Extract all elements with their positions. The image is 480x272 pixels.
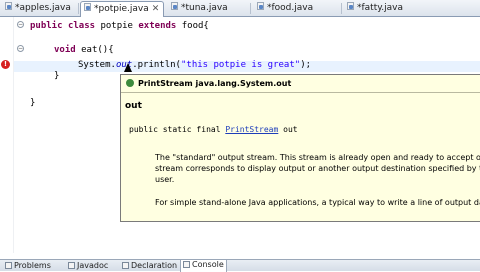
keyword: class [67,21,96,31]
java-file-icon [347,2,355,11]
tab-console[interactable]: Console [180,259,227,272]
tab-fatty-java[interactable]: *fatty.java [344,1,424,17]
tab-label: *apples.java [15,3,71,13]
error-marker-icon[interactable]: ! [1,60,10,69]
code-text: ); [300,60,312,70]
signature-text: public static final [129,125,226,134]
bottom-view-tabs: Problems Javadoc Declaration Console [0,259,480,272]
view-tab-icon [5,262,12,269]
tab-label: Javadoc [77,261,109,270]
popup-signature: public static final PrintStream out [129,125,298,134]
code-line-println[interactable]: System.out.println("this potpie is great… [78,60,311,70]
view-tab-icon [183,261,190,268]
tab-label: Console [192,260,224,269]
code-text: food{ [181,21,209,31]
tab-divider [78,3,79,14]
code-line-method-decl[interactable]: void eat(){ [54,45,114,55]
tab-apples-java[interactable]: *apples.java [2,1,74,17]
keyword: extends [138,21,177,31]
tab-tuna-java[interactable]: *tuna.java [168,1,244,17]
description-line: user. [155,175,175,184]
field-icon [126,79,134,87]
tab-label: *potpie.java [94,4,149,14]
popup-description: The "standard" output stream. This strea… [155,152,480,185]
close-icon[interactable]: ✕ [152,2,160,17]
code-text: System. [78,60,116,70]
tab-label: Problems [14,261,51,270]
java-file-icon [84,3,92,12]
popup-header: PrintStream java.lang.System.out [121,75,480,93]
java-file-icon [171,2,179,11]
description-line: The "standard" output stream. This strea… [155,153,480,162]
popup-description-line: For simple stand-alone Java applications… [155,198,480,207]
code-line-class-close[interactable]: } [30,98,35,108]
keyword: void [54,45,76,55]
javadoc-hover-popup[interactable]: PrintStream java.lang.System.out out pub… [120,74,480,222]
tab-label: *fatty.java [357,3,404,13]
code-line-class-decl[interactable]: public class potpie extends food{ [30,21,209,31]
signature-text: out [278,125,298,134]
keyword: public [30,21,63,31]
java-file-icon [5,2,13,11]
view-tab-icon [122,262,129,269]
string-literal: "this potpie is great" [180,60,301,70]
fold-icon[interactable] [17,21,24,28]
tab-label: Declaration [131,261,178,270]
tab-label: *tuna.java [181,3,228,13]
printstream-link[interactable]: PrintStream [225,125,278,134]
tab-label: *food.java [267,3,314,13]
mouse-cursor-icon [124,63,132,72]
class-name: potpie [100,21,133,31]
popup-header-text: PrintStream java.lang.System.out [138,79,292,88]
description-line: stream corresponds to display output or … [155,164,480,173]
code-text: } [54,71,60,81]
view-tab-icon [68,262,75,269]
tab-food-java[interactable]: *food.java [254,1,338,17]
java-file-icon [257,2,265,11]
fold-icon[interactable] [17,45,24,52]
editor-tab-bar: *apples.java *potpie.java ✕ *tuna.java *f… [0,0,480,17]
tab-divider [250,3,251,14]
code-text: eat(){ [81,45,114,55]
editor-gutter: ! [0,17,14,253]
code-line-method-close[interactable]: } [54,71,59,81]
tab-divider [341,3,342,14]
code-text: .println( [132,60,181,70]
popup-title: out [125,101,142,111]
code-text: } [30,98,36,108]
tab-potpie-java[interactable]: *potpie.java ✕ [80,1,164,17]
